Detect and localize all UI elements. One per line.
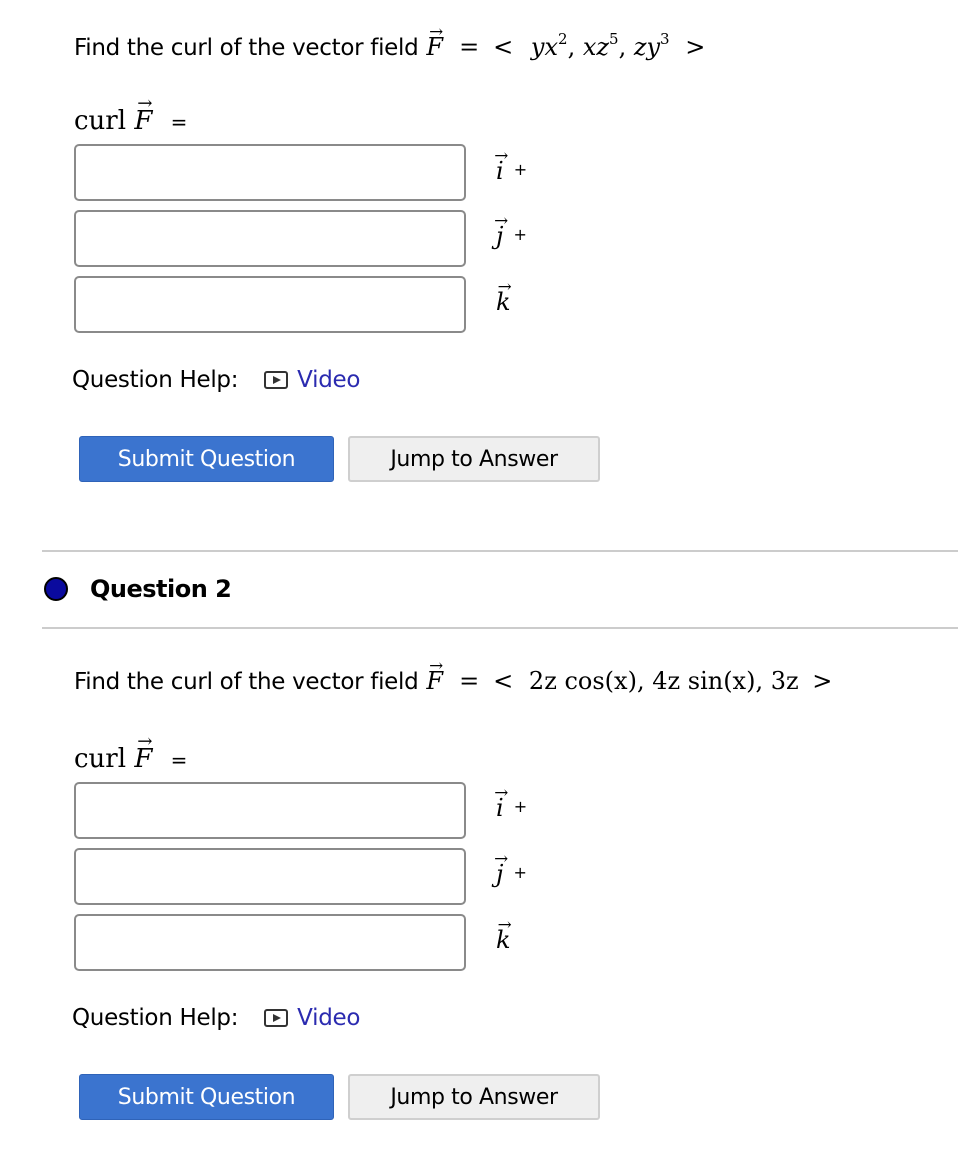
equals-sign: = xyxy=(459,667,480,695)
unit-k: k xyxy=(496,288,511,316)
angle-close: > xyxy=(685,33,706,61)
vector-i-symbol: i xyxy=(496,157,504,185)
plus-sign: + xyxy=(513,797,528,816)
component-3-exp: 3 xyxy=(660,30,670,48)
video-play-icon[interactable] xyxy=(264,371,289,389)
prompt-text: Find the curl of the vector field xyxy=(74,35,419,61)
equals-sign: = xyxy=(170,748,188,772)
question-help-label: Question Help: xyxy=(72,367,239,393)
submit-question-button[interactable]: Submit Question xyxy=(79,436,334,482)
component-1-exp: 2 xyxy=(558,30,568,48)
unit-k: k xyxy=(496,926,511,954)
vector-field-expression: < 2z cos(x), 4z sin(x), 3z > xyxy=(493,667,833,695)
curl-i-component-input[interactable] xyxy=(74,144,466,201)
angle-open: < xyxy=(493,33,514,61)
question-status-dot-icon xyxy=(44,577,68,601)
vector-k-symbol: k xyxy=(496,288,511,316)
equals-sign: = xyxy=(170,110,188,134)
angle-close: > xyxy=(812,667,833,695)
question-help: Question Help: Video xyxy=(72,367,360,393)
section-divider xyxy=(42,627,958,629)
vector-f-symbol: F xyxy=(426,667,443,695)
vector-f-symbol: F xyxy=(134,744,152,774)
component-3-base: zy xyxy=(633,33,661,61)
vector-field-expression: < yx2, xz5, zy3 > xyxy=(493,30,706,61)
video-play-icon[interactable] xyxy=(264,1009,289,1027)
vector-j-symbol: j xyxy=(496,860,503,888)
unit-j: j+ xyxy=(496,860,527,888)
curl-k-component-input[interactable] xyxy=(74,276,466,333)
curl-label: curl F = xyxy=(74,744,187,774)
unit-i: i+ xyxy=(496,794,527,822)
question-2-title: Question 2 xyxy=(90,575,232,603)
prompt-text: Find the curl of the vector field xyxy=(74,669,419,695)
component-1: 2z cos(x) xyxy=(528,667,637,695)
curl-text: curl xyxy=(74,106,127,136)
angle-open: < xyxy=(493,667,514,695)
vector-f-symbol: F xyxy=(134,106,152,136)
question-2-prompt: Find the curl of the vector field F = < … xyxy=(74,667,832,695)
curl-k-component-input[interactable] xyxy=(74,914,466,971)
plus-sign: + xyxy=(513,863,527,882)
component-3: 3z xyxy=(770,667,799,695)
vector-k-symbol: k xyxy=(496,926,511,954)
question-2-header: Question 2 xyxy=(44,575,232,603)
unit-j: j+ xyxy=(496,222,527,250)
vector-i-symbol: i xyxy=(496,794,504,822)
video-help-link[interactable]: Video xyxy=(297,1005,360,1031)
curl-j-component-input[interactable] xyxy=(74,848,466,905)
vector-f-symbol: F xyxy=(426,33,443,61)
plus-sign: + xyxy=(513,160,528,179)
vector-j-symbol: j xyxy=(496,222,503,250)
submit-question-button[interactable]: Submit Question xyxy=(79,1074,334,1120)
question-help: Question Help: Video xyxy=(72,1005,360,1031)
curl-text: curl xyxy=(74,744,127,774)
question-help-label: Question Help: xyxy=(72,1005,239,1031)
question-1-prompt: Find the curl of the vector field F = < … xyxy=(74,30,705,61)
equals-sign: = xyxy=(459,33,480,61)
curl-label: curl F = xyxy=(74,106,187,136)
component-2-exp: 5 xyxy=(609,30,619,48)
curl-i-component-input[interactable] xyxy=(74,782,466,839)
unit-i: i+ xyxy=(496,157,527,185)
component-2: 4z sin(x) xyxy=(652,667,756,695)
component-1-base: yx xyxy=(530,33,559,61)
jump-to-answer-button[interactable]: Jump to Answer xyxy=(348,436,600,482)
video-help-link[interactable]: Video xyxy=(297,367,360,393)
component-2-base: xz xyxy=(582,33,610,61)
section-divider xyxy=(42,550,958,552)
jump-to-answer-button[interactable]: Jump to Answer xyxy=(348,1074,600,1120)
plus-sign: + xyxy=(513,225,527,244)
curl-j-component-input[interactable] xyxy=(74,210,466,267)
